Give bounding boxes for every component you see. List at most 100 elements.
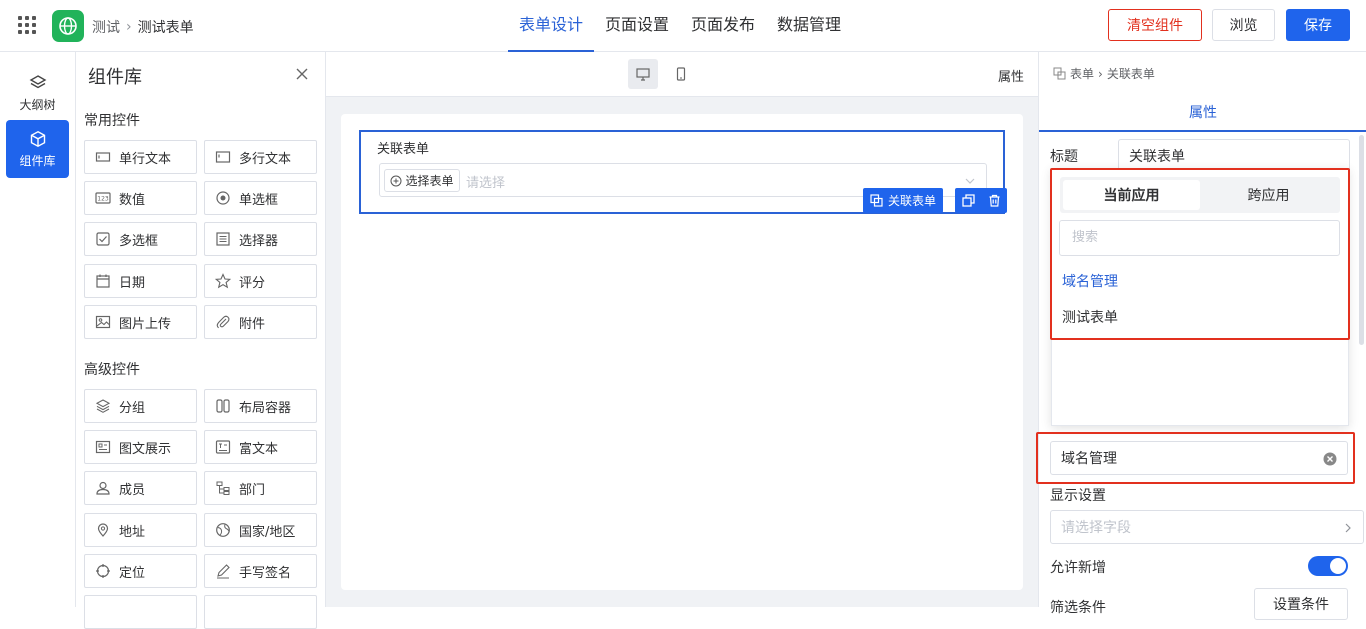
component-name-label: 关联表单 [887, 194, 936, 208]
layers-icon [95, 399, 111, 413]
component-location[interactable]: 定位 [84, 554, 197, 588]
component-number[interactable]: 123 数值 [84, 181, 197, 215]
map-pin-icon [97, 523, 109, 537]
component-partial[interactable] [204, 595, 317, 629]
selected-field-linked-form[interactable]: 关联表单 选择表单 请选择 关联表单 [359, 130, 1007, 214]
star-icon [215, 273, 231, 289]
app-scope-tabs: 当前应用 跨应用 [1060, 177, 1340, 213]
clear-circle-icon[interactable] [1323, 452, 1337, 466]
main-nav: 表单设计 页面设置 页面发布 数据管理 [508, 0, 852, 52]
field-label: 关联表单 [377, 142, 430, 157]
component-label: 评分 [239, 275, 266, 291]
rail-item-outline-tree[interactable]: 大纲树 [6, 64, 69, 122]
chevron-right-icon [1345, 523, 1351, 533]
component-label: 日期 [119, 275, 146, 291]
component-address[interactable]: 地址 [84, 513, 197, 547]
single-line-text-icon [95, 152, 111, 162]
component-name-tag: 关联表单 [863, 188, 943, 213]
form-option[interactable]: 测试表单 [1062, 307, 1118, 327]
component-label: 成员 [119, 482, 146, 498]
locate-icon [96, 564, 110, 578]
display-field-placeholder: 请选择字段 [1061, 520, 1131, 536]
columns-icon [216, 399, 230, 413]
component-group[interactable]: 分组 [84, 389, 197, 423]
component-label: 选择器 [239, 233, 279, 249]
component-select[interactable]: 选择器 [204, 222, 317, 256]
component-label: 部门 [239, 482, 266, 498]
paperclip-icon [216, 315, 230, 329]
panel-scrollbar[interactable] [1359, 135, 1364, 345]
trash-icon[interactable] [988, 194, 1001, 207]
component-label: 单行文本 [119, 151, 172, 167]
component-image-upload[interactable]: 图片上传 [84, 305, 197, 339]
save-button[interactable]: 保存 [1286, 9, 1350, 41]
allow-add-toggle[interactable] [1308, 556, 1348, 576]
component-library-panel: 组件库 常用控件 单行文本 多行文本 123 数值 单选框 多选框 选择器 日期… [76, 52, 326, 629]
multi-line-text-icon [215, 151, 231, 163]
component-rating[interactable]: 评分 [204, 264, 317, 298]
set-condition-button[interactable]: 设置条件 [1254, 588, 1348, 620]
component-label: 数值 [119, 192, 146, 208]
component-rich-text[interactable]: 富文本 [204, 430, 317, 464]
canvas-properties-label[interactable]: 属性 [998, 66, 1024, 85]
component-breadcrumb: 表单 › 关联表单 [1053, 65, 1155, 82]
component-attachment[interactable]: 附件 [204, 305, 317, 339]
form-option[interactable]: 域名管理 [1062, 271, 1118, 291]
section-title-advanced: 高级控件 [84, 362, 140, 378]
component-label: 单选框 [239, 192, 279, 208]
component-label: 布局容器 [239, 400, 292, 416]
number-icon: 123 [95, 192, 111, 204]
panel-title: 组件库 [88, 67, 142, 88]
select-form-label: 选择表单 [405, 174, 454, 188]
rail-item-component-library[interactable]: 组件库 [6, 120, 69, 178]
component-partial[interactable] [84, 595, 197, 629]
desktop-view-button[interactable] [628, 59, 658, 89]
section-title-common: 常用控件 [84, 113, 140, 129]
app-grid-icon[interactable] [18, 16, 36, 34]
input-placeholder: 请选择 [466, 176, 506, 191]
tab-page-settings[interactable]: 页面设置 [594, 0, 680, 52]
component-radio[interactable]: 单选框 [204, 181, 317, 215]
component-label: 富文本 [239, 441, 279, 457]
close-icon[interactable] [294, 66, 310, 82]
component-label: 手写签名 [239, 565, 292, 581]
tab-properties[interactable]: 属性 [1039, 95, 1366, 132]
component-member[interactable]: 成员 [84, 471, 197, 505]
monitor-icon [636, 68, 650, 81]
component-country-region[interactable]: 国家/地区 [204, 513, 317, 547]
duplicate-icon[interactable] [961, 194, 975, 207]
tab-cross-app[interactable]: 跨应用 [1200, 180, 1337, 210]
component-label: 图文展示 [119, 441, 172, 457]
component-image-text[interactable]: 图文展示 [84, 430, 197, 464]
checkbox-icon [96, 232, 110, 246]
pen-icon [217, 564, 230, 579]
preview-button[interactable]: 浏览 [1212, 9, 1275, 41]
form-search-input[interactable]: 搜索 [1059, 220, 1340, 256]
user-icon [96, 481, 110, 495]
tab-current-app[interactable]: 当前应用 [1063, 180, 1200, 210]
display-field-select[interactable]: 请选择字段 [1050, 510, 1364, 544]
component-multi-line-text[interactable]: 多行文本 [204, 140, 317, 174]
clear-components-button[interactable]: 清空组件 [1108, 9, 1202, 41]
mobile-view-button[interactable] [666, 59, 696, 89]
tab-form-design[interactable]: 表单设计 [508, 0, 595, 52]
breadcrumb-form[interactable]: 表单 [1070, 65, 1094, 82]
select-form-button[interactable]: 选择表单 [384, 169, 460, 192]
copy-icon [1053, 67, 1066, 80]
component-layout-container[interactable]: 布局容器 [204, 389, 317, 423]
component-date[interactable]: 日期 [84, 264, 197, 298]
svg-text:123: 123 [97, 196, 109, 203]
component-signature[interactable]: 手写签名 [204, 554, 317, 588]
linked-form-select[interactable]: 域名管理 [1050, 441, 1348, 475]
component-department[interactable]: 部门 [204, 471, 317, 505]
chevron-down-icon [965, 178, 975, 184]
component-single-line-text[interactable]: 单行文本 [84, 140, 197, 174]
left-rail: 大纲树 组件库 [0, 52, 76, 607]
tab-data-management[interactable]: 数据管理 [766, 0, 852, 52]
tab-page-publish[interactable]: 页面发布 [680, 0, 766, 52]
component-checkbox[interactable]: 多选框 [84, 222, 197, 256]
breadcrumb: 测试 › 测试表单 [92, 17, 194, 37]
breadcrumb-app[interactable]: 测试 [92, 17, 120, 37]
copy-icon [870, 194, 883, 207]
linked-form-value: 域名管理 [1061, 451, 1117, 467]
